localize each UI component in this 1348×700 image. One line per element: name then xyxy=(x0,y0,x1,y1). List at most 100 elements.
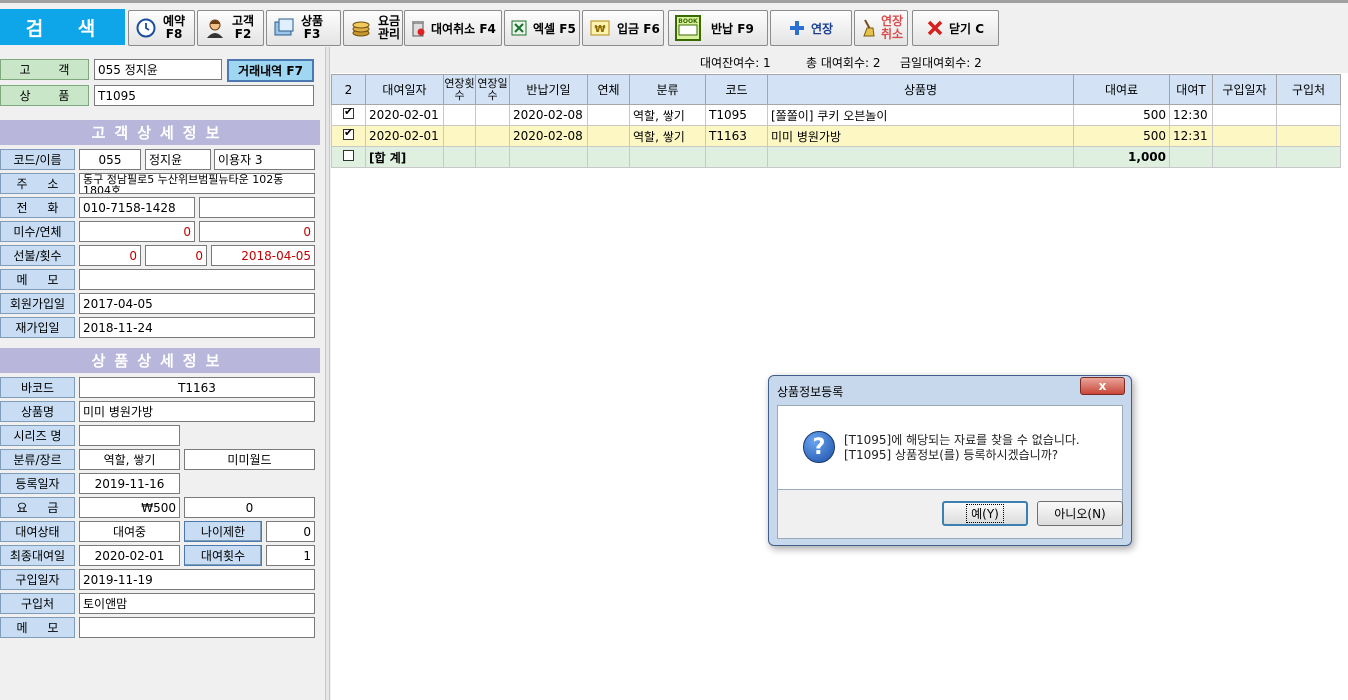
status-label: 대여상태 xyxy=(0,521,75,542)
table-row[interactable]: 2020-02-01 2020-02-08 역할, 쌓기 T1163 미미 병원… xyxy=(331,125,1341,147)
product-memo-field[interactable] xyxy=(79,617,315,638)
fee-field[interactable]: ₩500 xyxy=(79,497,180,518)
sum-label: [합 계] xyxy=(365,146,444,168)
row-date: 2020-02-01 xyxy=(365,125,444,147)
table-row[interactable]: 2020-02-01 2020-02-08 역할, 쌓기 T1095 [쫄쫄이]… xyxy=(331,104,1341,126)
rental-count-button[interactable]: 대여횟수 xyxy=(184,545,262,566)
purchase-date-field[interactable]: 2019-11-19 xyxy=(79,569,315,590)
row-time: 12:31 xyxy=(1169,125,1213,147)
row-name: [쫄쫄이] 쿠키 오븐놀이 xyxy=(767,104,1074,126)
excel-button[interactable]: 엑셀 F5 xyxy=(504,10,580,46)
coins-icon xyxy=(350,17,372,39)
rental-table[interactable]: 2 대여일자 연장횟수 연장일수 반납기일 연체 분류 코드 상품명 대여료 대… xyxy=(331,74,1341,168)
broom-icon xyxy=(861,17,875,39)
rejoined-field[interactable]: 2018-11-24 xyxy=(79,317,315,338)
unpaid-label: 미수/연체 xyxy=(0,221,75,242)
rejoined-label: 재가입일 xyxy=(0,317,75,338)
checkbox-unchecked-icon[interactable] xyxy=(343,150,354,161)
unpaid-field[interactable]: 0 xyxy=(79,221,195,242)
customer-name-field[interactable]: 정지윤 xyxy=(145,149,211,170)
col-category[interactable]: 분류 xyxy=(629,74,706,105)
customer-code-field[interactable]: 055 xyxy=(79,149,141,170)
status-field[interactable]: 대여중 xyxy=(79,521,180,542)
row-ext-days xyxy=(475,125,510,147)
search-title: 검 색 xyxy=(0,9,125,45)
overdue-field[interactable]: 0 xyxy=(199,221,315,242)
return-button[interactable]: BOOK 반납 F9 xyxy=(668,10,768,46)
customer-search-input[interactable]: 055 정지윤 xyxy=(94,59,222,80)
col-ext-days[interactable]: 연장일수 xyxy=(475,74,510,105)
panel-splitter[interactable] xyxy=(325,47,330,700)
phone-field[interactable]: 010-7158-1428 xyxy=(79,197,195,218)
fee2-field[interactable]: 0 xyxy=(184,497,315,518)
cancel-extend-button[interactable]: 연장 취소 xyxy=(854,10,908,46)
joined-field[interactable]: 2017-04-05 xyxy=(79,293,315,314)
product-search-input[interactable]: T1095 xyxy=(94,85,314,106)
product-button[interactable]: 상품 F3 xyxy=(266,10,341,46)
book-icon: BOOK xyxy=(675,15,701,41)
row-code: T1163 xyxy=(705,125,768,147)
joined-label: 회원가입일 xyxy=(0,293,75,314)
col-time[interactable]: 대여T xyxy=(1169,74,1213,105)
prepaid-count-field[interactable]: 0 xyxy=(145,245,207,266)
dialog-close-button[interactable]: x xyxy=(1080,377,1125,395)
product-name-field[interactable]: 미미 병원가방 xyxy=(79,401,315,422)
customer-button[interactable]: 고객 F2 xyxy=(197,10,264,46)
rental-count-field[interactable]: 1 xyxy=(266,545,315,566)
yes-button[interactable]: 예(Y) xyxy=(942,501,1028,526)
extend-button[interactable]: 연장 xyxy=(770,10,852,46)
registered-field[interactable]: 2019-11-16 xyxy=(79,473,180,494)
history-button[interactable]: 거래내역 F7 xyxy=(227,59,314,82)
row-ext-count xyxy=(443,104,476,126)
dialog-body: ? [T1095]에 해당되는 자료를 찾을 수 없습니다. [T1095] 상… xyxy=(777,405,1123,490)
sum-checkbox[interactable] xyxy=(331,146,366,168)
rental-stats: 대여잔여수: 1 총 대여회수: 2 금일대여회수: 2 xyxy=(331,47,1348,73)
close-button[interactable]: 닫기 C xyxy=(912,10,999,46)
user-type-field[interactable]: 이용자 3 xyxy=(214,149,315,170)
deposit-button[interactable]: ₩ 입금 F6 xyxy=(582,10,664,46)
customer-memo-field[interactable] xyxy=(79,269,315,290)
no-button[interactable]: 아니오(N) xyxy=(1037,501,1123,526)
table-sum-row: [합 계] 1,000 xyxy=(331,146,1341,168)
row-checkbox[interactable] xyxy=(331,125,366,147)
col-purchaser[interactable]: 구입처 xyxy=(1276,74,1341,105)
cancel-rental-button[interactable]: 대여취소 F4 xyxy=(404,10,502,46)
row-purchaser xyxy=(1276,104,1341,126)
col-product-name[interactable]: 상품명 xyxy=(767,74,1074,105)
purchaser-label: 구입처 xyxy=(0,593,75,614)
col-rental-date[interactable]: 대여일자 xyxy=(365,74,444,105)
series-label: 시리즈 명 xyxy=(0,425,75,446)
row-time: 12:30 xyxy=(1169,104,1213,126)
col-due-date[interactable]: 반납기일 xyxy=(509,74,588,105)
prepaid-date-field[interactable]: 2018-04-05 xyxy=(211,245,315,266)
dialog-message-line2: [T1095] 상품정보(를) 등록하시겠습니까? xyxy=(844,448,1059,462)
checkbox-checked-icon[interactable] xyxy=(343,127,354,140)
col-overdue[interactable]: 연체 xyxy=(587,74,630,105)
col-fee[interactable]: 대여료 xyxy=(1073,74,1170,105)
category-field[interactable]: 역할, 쌓기 xyxy=(79,449,180,470)
address-field[interactable]: 동구 정남필로5 누산위브범필뉴타운 102동 1804호 xyxy=(79,173,315,194)
phone2-field[interactable] xyxy=(199,197,315,218)
row-overdue xyxy=(587,104,630,126)
col-purchase-date[interactable]: 구입일자 xyxy=(1212,74,1277,105)
fee-management-button[interactable]: 요금 관리 xyxy=(343,10,403,46)
age-limit-button[interactable]: 나이제한 xyxy=(184,521,262,542)
row-checkbox[interactable] xyxy=(331,104,366,126)
genre-field[interactable]: 미미월드 xyxy=(184,449,315,470)
prepaid-label: 선불/횟수 xyxy=(0,245,75,266)
purchaser-field[interactable]: 토이앤맘 xyxy=(79,593,315,614)
category-label: 분류/장르 xyxy=(0,449,75,470)
row-fee: 500 xyxy=(1073,125,1170,147)
age-limit-field[interactable]: 0 xyxy=(266,521,315,542)
col-code[interactable]: 코드 xyxy=(705,74,768,105)
barcode-field[interactable]: T1163 xyxy=(79,377,315,398)
checkbox-checked-icon[interactable] xyxy=(343,106,354,119)
row-code: T1095 xyxy=(705,104,768,126)
reservation-button[interactable]: 예약 F8 xyxy=(128,10,195,46)
last-rental-field[interactable]: 2020-02-01 xyxy=(79,545,180,566)
col-count[interactable]: 2 xyxy=(331,74,366,105)
prepaid-field[interactable]: 0 xyxy=(79,245,141,266)
col-ext-count[interactable]: 연장횟수 xyxy=(443,74,476,105)
series-field[interactable] xyxy=(79,425,180,446)
rental-panel: 대여잔여수: 1 총 대여회수: 2 금일대여회수: 2 2 대여일자 연장횟수… xyxy=(331,47,1348,700)
